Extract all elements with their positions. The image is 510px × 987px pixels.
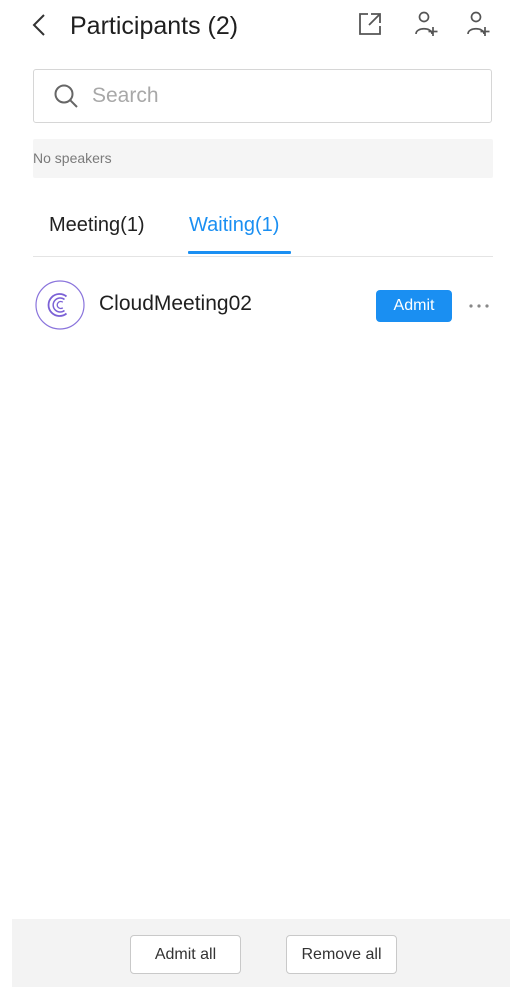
- participant-tabs: Meeting(1) Waiting(1): [33, 200, 493, 257]
- invite-user-button[interactable]: [462, 8, 494, 40]
- invite-user-icon: [467, 11, 490, 36]
- remove-all-button[interactable]: Remove all: [286, 935, 397, 974]
- share-button[interactable]: [354, 8, 386, 40]
- participant-name: CloudMeeting02: [99, 292, 252, 315]
- speakers-status-text: No speakers: [33, 150, 112, 166]
- back-chevron-icon: [32, 14, 45, 36]
- search-input[interactable]: [92, 78, 472, 114]
- header: Participants (2): [0, 0, 510, 56]
- tab-waiting[interactable]: Waiting(1): [189, 210, 279, 240]
- more-options-button[interactable]: [464, 291, 494, 321]
- page-title: Participants (2): [70, 12, 239, 40]
- add-user-icon: [415, 11, 438, 36]
- more-dots-icon: [469, 304, 489, 308]
- tab-meeting[interactable]: Meeting(1): [49, 210, 145, 240]
- bottom-action-bar: Admit all Remove all: [12, 919, 510, 987]
- add-user-button[interactable]: [410, 8, 442, 40]
- search-icon: [54, 84, 78, 108]
- participant-row[interactable]: CloudMeeting02 Admit: [33, 277, 493, 337]
- back-button[interactable]: [26, 10, 52, 40]
- avatar: [35, 280, 85, 330]
- active-tab-indicator: [188, 251, 291, 254]
- admit-all-button[interactable]: Admit all: [130, 935, 241, 974]
- admit-button[interactable]: Admit: [376, 290, 452, 322]
- share-icon: [359, 13, 381, 35]
- search-box[interactable]: [33, 69, 492, 123]
- speakers-status-bar: No speakers: [33, 139, 493, 178]
